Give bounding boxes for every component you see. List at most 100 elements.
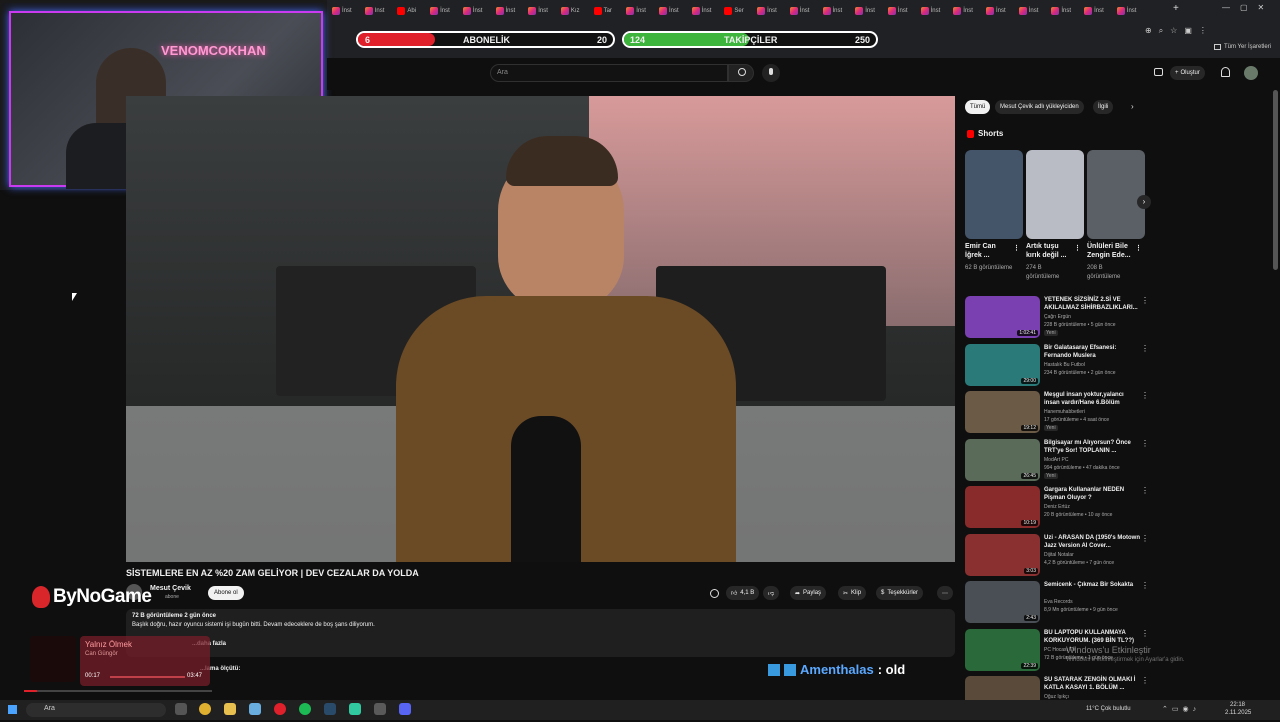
tab-2[interactable]: Abi	[397, 3, 429, 18]
gear-icon[interactable]	[710, 589, 719, 598]
tab-19[interactable]: İnst	[953, 3, 985, 18]
recommendation-title[interactable]: Bir Galatasaray Efsanesi: Fernando Musle…	[1044, 344, 1140, 360]
tab-23[interactable]: İnst	[1084, 3, 1116, 18]
avatar[interactable]	[1244, 66, 1258, 80]
tab-6[interactable]: İnst	[528, 3, 560, 18]
chevron-right-icon[interactable]: ›	[1131, 102, 1134, 111]
recommendation-menu-icon[interactable]: ⋮	[1141, 486, 1149, 495]
recommendation-title[interactable]: Uzi - ARASAN DA (1950's Motown Jazz Vers…	[1044, 534, 1140, 550]
recommendation-thumbnail[interactable]: 29:00	[965, 343, 1040, 386]
recommendation-item[interactable]: 29:00 Bir Galatasaray Efsanesi: Fernando …	[965, 343, 1150, 390]
chip-0[interactable]: Tümü	[965, 100, 991, 114]
short-thumbnail[interactable]	[965, 150, 1023, 239]
search-input[interactable]: Ara	[490, 64, 728, 82]
recommendation-menu-icon[interactable]: ⋮	[1141, 581, 1149, 590]
short-title[interactable]: Ünlüleri Bile Zengin Ede...	[1087, 242, 1135, 260]
weather-widget[interactable]: 11°C Çok bulutlu	[1086, 706, 1131, 712]
recommendation-thumbnail[interactable]: 3:03	[965, 533, 1040, 576]
recommendation-thumbnail[interactable]: 2:43	[965, 581, 1040, 623]
recommendation-menu-icon[interactable]: ⋮	[1141, 534, 1149, 543]
short-menu-icon[interactable]: ⋮	[1135, 244, 1143, 253]
xbox-icon[interactable]	[374, 703, 386, 715]
tab-3[interactable]: İnst	[430, 3, 462, 18]
shorts-next-button[interactable]: ›	[1137, 195, 1151, 209]
description-box[interactable]	[126, 609, 955, 657]
steam-icon[interactable]	[324, 703, 336, 715]
tab-10[interactable]: İnst	[659, 3, 691, 18]
recommendation-thumbnail[interactable]: 19:12	[965, 391, 1040, 433]
opera-icon[interactable]	[274, 703, 286, 715]
tab-9[interactable]: İnst	[626, 3, 658, 18]
like-button[interactable]: 👍︎ 4,1 B	[726, 586, 760, 600]
mic-button[interactable]	[762, 64, 780, 82]
browser-toolbar-icons[interactable]: ⊕⌕☆▣⋮	[1145, 26, 1214, 36]
start-icon[interactable]	[8, 705, 17, 714]
recommendation-title[interactable]: SU SATARAK ZENGİN OLMAKI İ KATLA KASAYI …	[1044, 676, 1140, 692]
taskbar-search[interactable]: Ara	[26, 703, 166, 717]
tab-21[interactable]: İnst	[1018, 3, 1051, 18]
tab-18[interactable]: İnst	[920, 3, 953, 18]
recommendation-title[interactable]: Semicenk - Çıkmaz Bir Sokakta	[1044, 581, 1140, 589]
create-button[interactable]: + Oluştur	[1170, 66, 1205, 80]
spotify-icon[interactable]	[299, 703, 311, 715]
dislike-button[interactable]: 👎︎	[763, 586, 780, 600]
recommendation-menu-icon[interactable]: ⋮	[1141, 391, 1149, 400]
chip-2[interactable]: İlgili	[1093, 100, 1114, 114]
tab-14[interactable]: İnst	[789, 3, 822, 18]
recommendation-menu-icon[interactable]: ⋮	[1141, 629, 1149, 638]
tab-12[interactable]: Ser	[724, 3, 756, 18]
recommendation-title[interactable]: Gargara Kullananlar NEDEN Pişman Oluyor …	[1044, 486, 1140, 502]
short-title[interactable]: Artık tuşu kırık değil ...	[1026, 242, 1074, 260]
tab-15[interactable]: İnst	[822, 3, 855, 18]
recommendation-thumbnail[interactable]: 1:02:41	[965, 296, 1040, 338]
tab-20[interactable]: İnst	[986, 3, 1018, 18]
tab-24[interactable]: İnst	[1116, 3, 1149, 18]
tab-8[interactable]: Tar	[593, 3, 626, 18]
more-actions-button[interactable]: ⋯	[937, 586, 953, 600]
cast-icon[interactable]	[1154, 68, 1163, 76]
recommendation-thumbnail[interactable]: 22:39	[965, 628, 1040, 671]
short-menu-icon[interactable]: ⋮	[1013, 244, 1021, 253]
page-scrollbar[interactable]	[1273, 90, 1278, 270]
new-tab-button[interactable]: +	[1173, 3, 1179, 14]
recommendation-menu-icon[interactable]: ⋮	[1141, 676, 1149, 685]
recommendation-title[interactable]: BU LAPTOPU KULLANMAYA KORKUYORUM. (369 B…	[1044, 629, 1140, 645]
thanks-button[interactable]: $ Teşekkürler	[876, 586, 924, 600]
folder-icon[interactable]	[224, 703, 236, 715]
short-thumbnail[interactable]	[1087, 150, 1145, 239]
tab-13[interactable]: İnst	[757, 3, 789, 18]
streamlabs-icon[interactable]	[349, 703, 361, 715]
recommendation-menu-icon[interactable]: ⋮	[1141, 296, 1149, 305]
recommendation-title[interactable]: YETENEK SİZSİNİZ 2.Sİ VE AKILALMAZ SİHİR…	[1044, 296, 1140, 312]
recommendation-item[interactable]: 2:43 Semicenk - Çıkmaz Bir Sokakta Eva Rec…	[965, 581, 1150, 627]
video-player[interactable]	[126, 96, 955, 562]
channel-name[interactable]: Mesut Çevik	[150, 585, 191, 592]
tab-4[interactable]: İnst	[462, 3, 495, 18]
discord-icon[interactable]	[399, 703, 411, 715]
chrome-icon[interactable]	[199, 703, 211, 715]
recommendation-menu-icon[interactable]: ⋮	[1141, 439, 1149, 448]
bookmarks-bar-label[interactable]: Tüm Yer İşaretleri	[1214, 44, 1271, 50]
notification-bell-icon[interactable]	[1221, 67, 1230, 77]
tab-16[interactable]: İnst	[855, 3, 887, 18]
share-button[interactable]: ➦ Paylaş	[790, 586, 827, 600]
recommendation-title[interactable]: Meşgul insan yoktur,yalancı insan vardır…	[1044, 391, 1140, 407]
tab-5[interactable]: İnst	[495, 3, 528, 18]
recommendation-item[interactable]: 19:12 Meşgul insan yoktur,yalancı insan v…	[965, 391, 1150, 437]
recommendation-thumbnail[interactable]: 26:45	[965, 438, 1040, 481]
subscribe-button[interactable]: Abone ol	[208, 586, 244, 600]
tab-11[interactable]: İnst	[691, 3, 724, 18]
clip-button[interactable]: ✂ Klip	[838, 586, 867, 600]
recommendation-item[interactable]: 3:03 Uzi - ARASAN DA (1950's Motown Jazz …	[965, 533, 1150, 580]
short-title[interactable]: Emir Can İğrek ...	[965, 242, 1013, 260]
task-view-icon[interactable]	[175, 703, 187, 715]
chip-1[interactable]: Mesut Çevik adlı yükleyiciden	[995, 100, 1084, 114]
file-explorer-icon[interactable]	[249, 703, 261, 715]
recommendation-item[interactable]: 10:19 Gargara Kullananlar NEDEN Pişman Ol…	[965, 486, 1150, 532]
system-tray[interactable]: ⌃▭◉♪	[1162, 705, 1200, 713]
tab-0[interactable]: İnst	[332, 3, 364, 18]
tab-17[interactable]: İnst	[887, 3, 920, 18]
recommendation-title[interactable]: Bilgisayar mı Alıyorsun? Önce TRT'ye Sor…	[1044, 439, 1140, 455]
recommendation-thumbnail[interactable]: 10:19	[965, 486, 1040, 528]
recommendation-item[interactable]: 1:02:41 YETENEK SİZSİNİZ 2.Sİ VE AKILALMA…	[965, 296, 1150, 342]
